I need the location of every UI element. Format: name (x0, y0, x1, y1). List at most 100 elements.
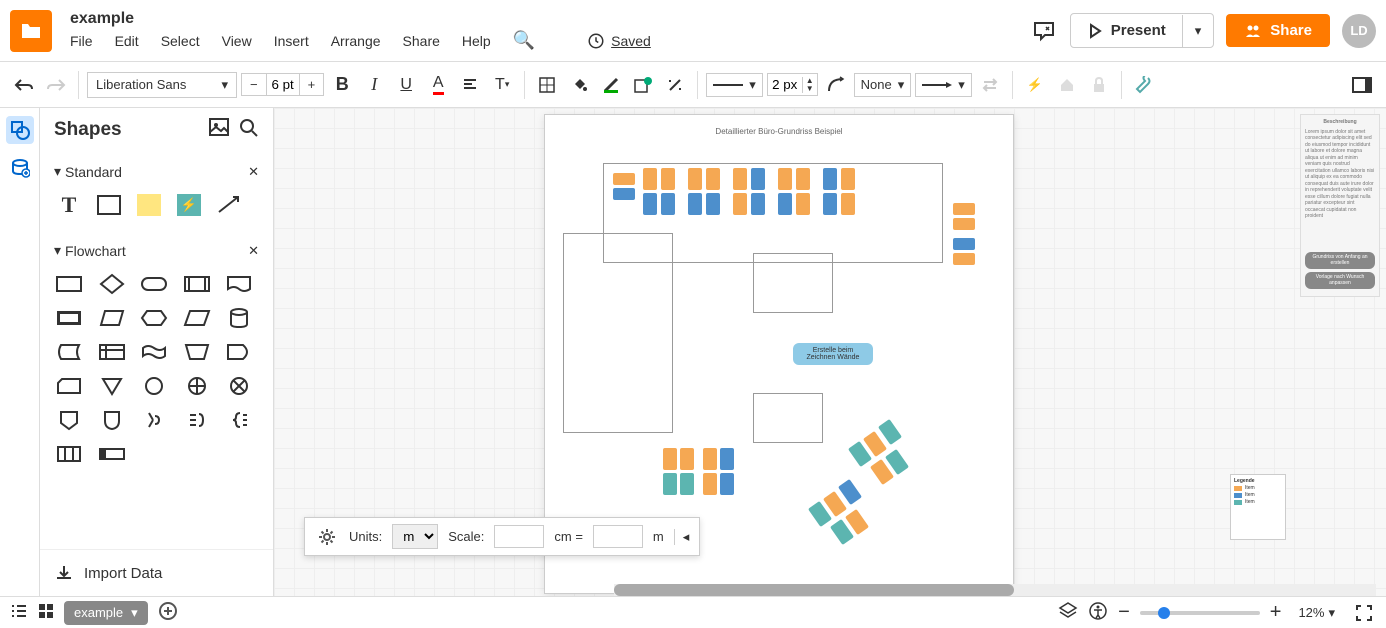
zoom-slider[interactable] (1140, 611, 1260, 615)
shape-database[interactable] (224, 305, 254, 331)
wrench-icon[interactable] (1130, 71, 1158, 99)
shape-storage[interactable] (54, 339, 84, 365)
shape-terminator[interactable] (139, 271, 169, 297)
menu-insert[interactable]: Insert (274, 33, 309, 49)
share-button[interactable]: Share (1226, 14, 1330, 47)
shape-tape[interactable] (139, 339, 169, 365)
binoculars-icon[interactable]: 🔍 (513, 30, 535, 51)
line-style-select[interactable]: ▾ (706, 73, 763, 97)
line-curve-button[interactable] (822, 71, 850, 99)
shape-predefined[interactable] (182, 271, 212, 297)
text-format-button[interactable]: T▾ (488, 71, 516, 99)
shape-text[interactable]: T (54, 192, 84, 218)
fill-button[interactable] (533, 71, 561, 99)
line-color-button[interactable] (597, 71, 625, 99)
accessibility-icon[interactable] (1088, 601, 1108, 624)
text-color-button[interactable]: A (424, 71, 452, 99)
shape-parallelogram[interactable] (182, 305, 212, 331)
menu-select[interactable]: Select (161, 33, 200, 49)
layers-icon[interactable] (1058, 601, 1078, 624)
shape-rectangle[interactable] (94, 192, 124, 218)
shape-sort[interactable] (182, 407, 212, 433)
shape-process[interactable] (54, 271, 84, 297)
align-button[interactable] (456, 71, 484, 99)
units-select[interactable]: m (392, 524, 438, 549)
shape-document[interactable] (224, 271, 254, 297)
gear-icon[interactable] (315, 525, 339, 549)
italic-button[interactable]: I (360, 71, 388, 99)
app-logo[interactable] (10, 10, 52, 52)
zoom-in-button[interactable]: + (1270, 601, 1282, 624)
panel-toggle-icon[interactable] (1348, 71, 1376, 99)
zoom-out-button[interactable]: − (1118, 601, 1130, 624)
shape-brace[interactable] (224, 407, 254, 433)
shape-data[interactable] (97, 305, 127, 331)
collapse-icon[interactable]: ◂ (674, 529, 690, 545)
font-size-input[interactable] (266, 74, 300, 95)
data-rail-icon[interactable] (6, 154, 34, 182)
grid-view-icon[interactable] (38, 603, 54, 622)
shape-action[interactable]: ⚡ (174, 192, 204, 218)
swap-button[interactable] (976, 71, 1004, 99)
menu-help[interactable]: Help (462, 33, 491, 49)
shape-hexagon[interactable] (139, 305, 169, 331)
shape-note[interactable] (134, 192, 164, 218)
import-data-button[interactable]: Import Data (40, 549, 273, 596)
comment-icon[interactable] (1030, 19, 1058, 43)
fullscreen-icon[interactable] (1352, 601, 1376, 625)
zoom-percent[interactable]: 12% ▾ (1291, 602, 1342, 624)
redo-button[interactable] (42, 71, 70, 99)
shape-delay[interactable] (224, 339, 254, 365)
stroke-stepper[interactable]: ▲▼ (802, 77, 817, 93)
canvas-callout[interactable]: Erstelle beim Zeichnen Wände (793, 343, 873, 365)
lock-icon[interactable] (1085, 71, 1113, 99)
font-family-select[interactable]: Liberation Sans ▾ (87, 72, 237, 98)
canvas-area[interactable]: Detaillierter Büro-Grundriss Beispiel (274, 108, 1386, 596)
present-dropdown[interactable]: ▾ (1182, 15, 1214, 47)
saved-status[interactable]: Saved (587, 32, 651, 50)
paint-bucket-button[interactable] (565, 71, 593, 99)
shape-or[interactable] (224, 373, 254, 399)
underline-button[interactable]: U (392, 71, 420, 99)
user-avatar[interactable]: LD (1342, 14, 1376, 48)
document-title[interactable]: example (70, 10, 1030, 28)
shape-collate[interactable] (139, 407, 169, 433)
magic-button[interactable] (661, 71, 689, 99)
undo-button[interactable] (10, 71, 38, 99)
shape-display[interactable] (54, 305, 84, 331)
shape-table[interactable] (54, 441, 84, 467)
menu-edit[interactable]: Edit (115, 33, 139, 49)
shape-internal[interactable] (97, 339, 127, 365)
font-size-decrease[interactable]: − (242, 74, 266, 95)
menu-file[interactable]: File (70, 33, 93, 49)
caret-down-icon[interactable]: ▾ (54, 163, 61, 180)
shape-shield[interactable] (97, 407, 127, 433)
close-icon[interactable]: ✕ (248, 164, 259, 180)
bold-button[interactable]: B (328, 71, 356, 99)
arrow-end-select[interactable]: ▾ (915, 73, 972, 97)
horizontal-scrollbar[interactable] (614, 584, 1376, 596)
scale-input-1[interactable] (494, 525, 544, 548)
shape-offpage[interactable] (54, 407, 84, 433)
shape-connector[interactable] (139, 373, 169, 399)
search-icon[interactable] (239, 118, 259, 141)
menu-view[interactable]: View (222, 33, 252, 49)
shape-decision[interactable] (97, 271, 127, 297)
shape-card[interactable] (54, 373, 84, 399)
home-icon[interactable] (1053, 71, 1081, 99)
shape-sum[interactable] (182, 373, 212, 399)
list-view-icon[interactable] (10, 603, 28, 622)
arrow-start-select[interactable]: None ▾ (854, 73, 912, 97)
font-size-increase[interactable]: + (300, 74, 324, 95)
shape-merge[interactable] (97, 373, 127, 399)
shapes-rail-icon[interactable] (6, 116, 34, 144)
bolt-icon[interactable]: ⚡ (1021, 71, 1049, 99)
shape-arrow[interactable] (214, 192, 244, 218)
side-button-2[interactable]: Vorlage nach Wunsch anpassen (1305, 272, 1375, 289)
side-button-1[interactable]: Grundriss von Anfang an erstellen (1305, 252, 1375, 269)
menu-arrange[interactable]: Arrange (331, 33, 381, 49)
present-button[interactable]: Present (1071, 14, 1182, 47)
image-icon[interactable] (209, 118, 229, 141)
shape-manual[interactable] (182, 339, 212, 365)
shape-options-button[interactable] (629, 71, 657, 99)
